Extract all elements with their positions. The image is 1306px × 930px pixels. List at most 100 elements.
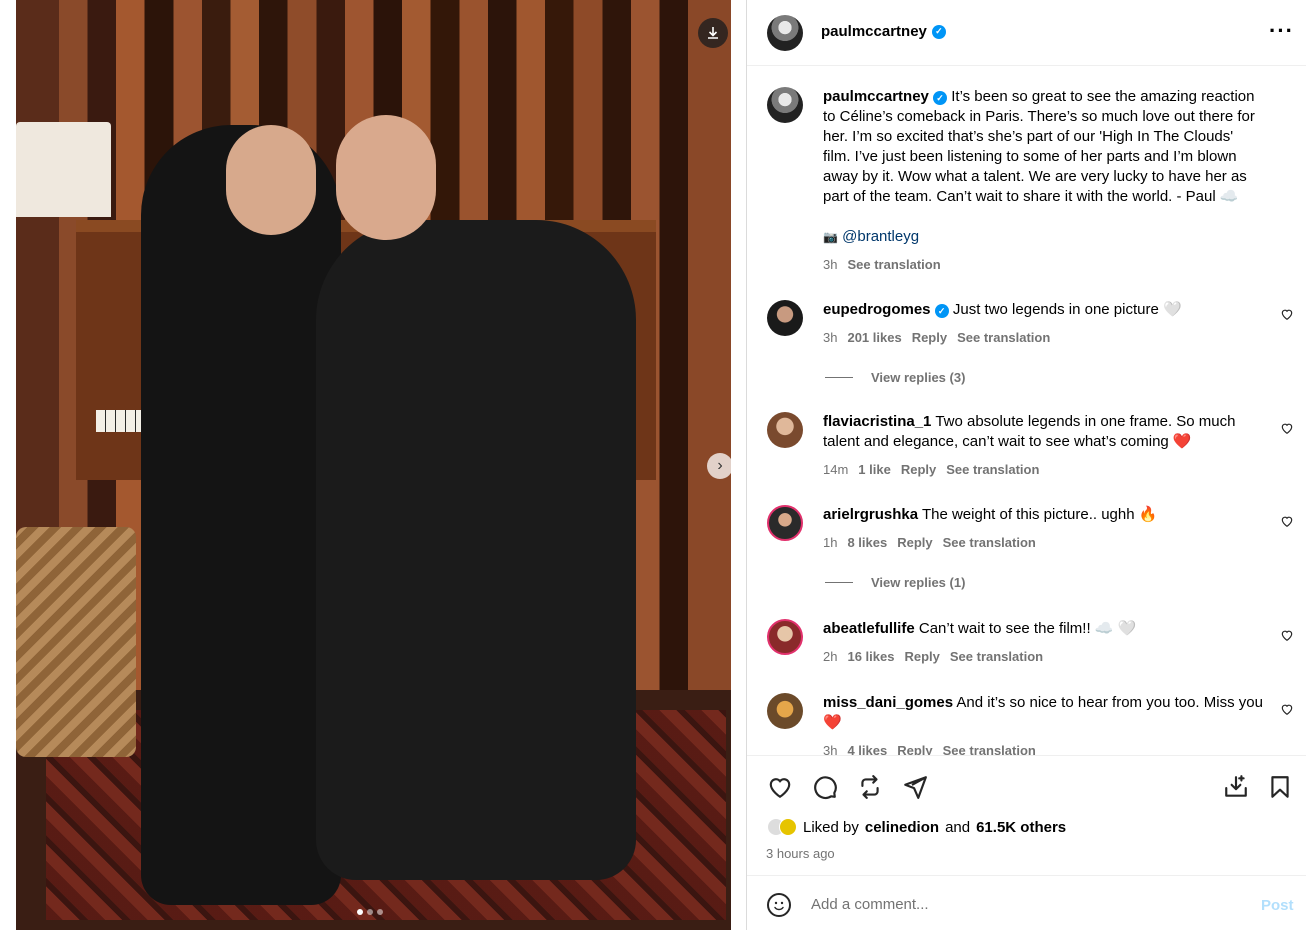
post-side-panel: paulmccartney ✓ ··· paulmccartney ✓ It’s…: [746, 0, 1306, 930]
commenter-avatar[interactable]: [767, 412, 803, 448]
see-translation-link[interactable]: See translation: [957, 330, 1050, 345]
comment-meta: 1h 8 likes Reply See translation: [823, 535, 1036, 550]
next-slide-button[interactable]: ›: [707, 453, 733, 479]
commenter-avatar[interactable]: [767, 505, 803, 541]
see-translation-link[interactable]: See translation: [943, 743, 1036, 755]
comment-likes[interactable]: 4 likes: [847, 743, 887, 755]
more-options-icon[interactable]: ···: [1269, 18, 1294, 44]
verified-badge-icon: ✓: [934, 304, 949, 318]
comment-like-icon[interactable]: [1280, 421, 1294, 435]
author-username[interactable]: paulmccartney ✓: [821, 23, 946, 40]
commenter-avatar[interactable]: [767, 300, 803, 336]
commenter-avatar[interactable]: [767, 619, 803, 655]
photo-person-right: [316, 220, 636, 880]
reply-button[interactable]: Reply: [912, 330, 947, 345]
reply-button[interactable]: Reply: [897, 535, 932, 550]
commenter-avatar[interactable]: [767, 693, 803, 729]
verified-badge-icon: ✓: [933, 91, 948, 105]
post-header: paulmccartney ✓ ···: [747, 0, 1306, 66]
comment-likes[interactable]: 16 likes: [847, 649, 894, 664]
caption-username[interactable]: paulmccartney: [823, 88, 929, 105]
repost-icon[interactable]: [857, 774, 883, 800]
liked-by-prefix: Liked by: [803, 818, 859, 836]
reply-button[interactable]: Reply: [901, 462, 936, 477]
comment-meta: 3h 201 likes Reply See translation: [823, 330, 1050, 345]
save-to-collection-icon[interactable]: [1223, 774, 1249, 800]
comment-input[interactable]: [811, 896, 1231, 913]
caption-text: It’s been so great to see the amazing re…: [823, 88, 1255, 205]
liked-by-user-link[interactable]: celinedion: [865, 819, 939, 836]
see-translation-link[interactable]: See translation: [847, 257, 940, 272]
comment-time[interactable]: 14m: [823, 462, 848, 477]
comment-text-block: miss_dani_gomes And it’s so nice to hear…: [823, 693, 1263, 733]
comment-like-icon[interactable]: [1280, 514, 1294, 528]
credit-mention-link[interactable]: @brantleyg: [842, 228, 919, 245]
comment-text-block: abeatlefullife Can’t wait to see the fil…: [823, 619, 1263, 639]
author-name[interactable]: paulmccartney: [821, 23, 927, 40]
post-time-ago[interactable]: 3 hours ago: [766, 846, 835, 861]
photo-person-left: [141, 125, 341, 905]
bookmark-icon[interactable]: [1267, 774, 1293, 800]
author-avatar[interactable]: [767, 15, 803, 51]
add-comment-bar: Post: [747, 875, 1306, 930]
reply-button[interactable]: Reply: [904, 649, 939, 664]
comment-time[interactable]: 1h: [823, 535, 837, 550]
comment-meta: 3h 4 likes Reply See translation: [823, 743, 1036, 755]
liked-by-avatars: [767, 818, 797, 836]
comment-text-block: arielrgrushka The weight of this picture…: [823, 505, 1263, 525]
carousel-dots: [357, 909, 383, 915]
comment-text-block: eupedrogomes ✓ Just two legends in one p…: [823, 300, 1263, 320]
comment-likes[interactable]: 201 likes: [847, 330, 901, 345]
liked-by-summary: Liked by celinedion and 61.5K others: [767, 818, 1066, 836]
commenter-username[interactable]: abeatlefullife: [823, 620, 915, 637]
post-photo[interactable]: [16, 0, 731, 930]
comment-meta: 14m 1 like Reply See translation: [823, 462, 1039, 477]
comment-like-icon[interactable]: [1280, 628, 1294, 642]
comment-text: The weight of this picture.. ughh 🔥: [921, 506, 1158, 523]
comment-likes[interactable]: 1 like: [858, 462, 891, 477]
comment-meta: 2h 16 likes Reply See translation: [823, 649, 1043, 664]
liked-by-and: and: [945, 818, 971, 836]
comment-text: Just two legends in one picture 🤍: [952, 301, 1182, 318]
commenter-username[interactable]: flaviacristina_1: [823, 413, 931, 430]
carousel-dot: [367, 909, 373, 915]
see-translation-link[interactable]: See translation: [946, 462, 1039, 477]
verified-badge-icon: ✓: [931, 24, 946, 39]
view-replies-button[interactable]: View replies (3): [825, 370, 965, 385]
post-comment-button[interactable]: Post: [1261, 897, 1294, 914]
share-send-icon[interactable]: [902, 774, 928, 800]
comment-text-block: flaviacristina_1 Two absolute legends in…: [823, 412, 1263, 452]
photo-credit: 📷 @brantleyg: [823, 227, 1263, 247]
like-heart-icon[interactable]: [767, 774, 793, 800]
carousel-dot: [377, 909, 383, 915]
view-replies-button[interactable]: View replies (1): [825, 575, 965, 590]
comment-like-icon[interactable]: [1280, 307, 1294, 321]
media-panel: ›: [0, 0, 746, 930]
comments-list: paulmccartney ✓ It’s been so great to se…: [747, 67, 1306, 755]
comment-time[interactable]: 3h: [823, 743, 837, 755]
reply-button[interactable]: Reply: [897, 743, 932, 755]
caption-time[interactable]: 3h: [823, 257, 837, 272]
comment-time[interactable]: 2h: [823, 649, 837, 664]
emoji-picker-icon[interactable]: [767, 893, 791, 917]
see-translation-link[interactable]: See translation: [943, 535, 1036, 550]
photo-person-left-head: [226, 125, 316, 235]
comment-text: Can’t wait to see the film!! ☁️ 🤍: [918, 620, 1137, 637]
liker-avatar[interactable]: [779, 818, 797, 836]
comment-bubble-icon[interactable]: [812, 774, 838, 800]
caption-meta: 3h See translation: [823, 257, 941, 272]
comment-time[interactable]: 3h: [823, 330, 837, 345]
view-replies-label[interactable]: View replies (3): [871, 370, 965, 385]
commenter-username[interactable]: eupedrogomes: [823, 301, 931, 318]
see-translation-link[interactable]: See translation: [950, 649, 1043, 664]
view-replies-label[interactable]: View replies (1): [871, 575, 965, 590]
commenter-username[interactable]: miss_dani_gomes: [823, 694, 953, 711]
download-icon[interactable]: [698, 18, 728, 48]
carousel-dot: [357, 909, 363, 915]
comment-likes[interactable]: 8 likes: [847, 535, 887, 550]
commenter-username[interactable]: arielrgrushka: [823, 506, 918, 523]
author-avatar[interactable]: [767, 87, 803, 123]
likes-count-link[interactable]: 61.5K others: [976, 819, 1066, 836]
photo-person-right-head: [336, 115, 436, 240]
comment-like-icon[interactable]: [1280, 702, 1294, 716]
